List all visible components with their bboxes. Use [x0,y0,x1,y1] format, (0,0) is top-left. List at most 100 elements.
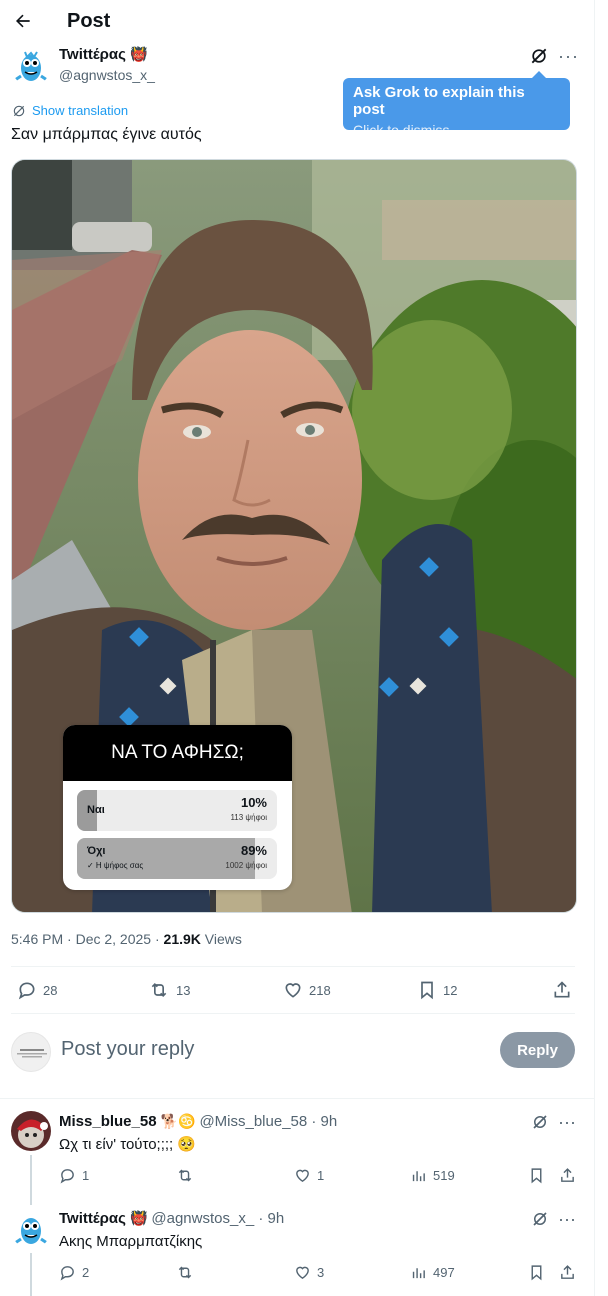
author-handle[interactable]: @agnwstos_x_ [59,67,155,83]
share-action[interactable] [552,980,572,1000]
reply-icon [60,1169,74,1184]
repost-action[interactable] [176,1167,200,1184]
reply-icon [60,1266,74,1281]
reply-text: Ακης Μπαρμπατζίκης [59,1233,203,1250]
show-translation-link[interactable]: Show translation [12,103,128,118]
poll-option-no-label: Όχι [87,845,106,857]
share-icon [561,1168,574,1182]
views-action[interactable]: 497 [410,1264,455,1281]
views-icon [412,1268,425,1279]
like-count: 1 [317,1168,325,1183]
reply-action[interactable]: 28 [17,980,57,1000]
poll-option-yes-percent: 10% [240,795,267,810]
reply-header: Twittέρας 👹 @agnwstos_x_ · 9h [59,1210,284,1227]
back-arrow-icon[interactable] [10,8,36,34]
reply-text: Ωχ τι είν' τούτο;;;; 🥺 [59,1136,197,1153]
reply-author-handle[interactable]: @agnwstos_x_ · 9h [151,1210,284,1227]
divider [11,966,575,967]
bookmark-action[interactable] [528,1167,545,1184]
user-avatar[interactable] [11,1032,51,1072]
poll-question: ΝΑ ΤΟ ΑΦΗΣΩ; [63,725,292,781]
views-count[interactable]: 21.9K [164,931,201,947]
reply-avatar[interactable] [11,1209,51,1249]
thread-line [30,1155,32,1205]
show-translation-label[interactable]: Show translation [32,103,128,118]
like-count: 218 [309,982,331,998]
post-meta: 5:46 PM · Dec 2, 2025 · 21.9K Views [11,931,242,947]
share-action[interactable] [559,1264,576,1281]
poll-option-yes-label: Ναι [87,804,105,816]
reply-count: 1 [82,1168,90,1183]
heart-icon [285,983,301,998]
reply-action[interactable]: 2 [59,1264,89,1281]
share-icon [561,1265,574,1279]
tooltip-subtitle: Click to dismiss [353,122,450,138]
translate-icon [13,105,25,116]
more-options-icon[interactable]: ··· [558,1209,576,1230]
bookmark-icon [531,1265,542,1281]
reply-author-emojis: 👹 [129,1210,148,1226]
reply-action[interactable]: 1 [59,1167,89,1184]
poll-option-no-percent: 89% [240,843,267,858]
reply-icon [18,982,35,1000]
page-title: Post [67,10,111,32]
poll-option-no: Όχι ✓ Η ψήφος σας 89% 1002 ψήφοι [77,838,277,879]
post-text: Σαν μπάρμπας έγινε αυτός [11,126,202,143]
reply-author-handle[interactable]: @Miss_blue_58 · 9h [199,1113,337,1130]
poll-option-no-note: ✓ Η ψήφος σας [87,861,144,870]
reply-button[interactable]: Reply [500,1032,575,1068]
reply-author-emojis: 🐕♋ [160,1113,196,1129]
poll-option-yes-votes: 113 ψήφοι [230,813,267,822]
post-timestamp[interactable]: 5:46 PM · Dec 2, 2025 · [11,931,164,947]
grok-icon[interactable] [531,1210,549,1228]
like-action[interactable]: 218 [283,980,331,1000]
views-icon [412,1171,425,1182]
grok-tooltip[interactable]: Ask Grok to explain this post Click to d… [343,71,570,138]
reply-header: Miss_blue_58 🐕♋ @Miss_blue_58 · 9h [59,1113,337,1130]
divider [11,1013,575,1014]
heart-icon [296,1266,309,1280]
views-action[interactable]: 519 [410,1167,455,1184]
reply-author-name[interactable]: Miss_blue_58 [59,1113,157,1130]
reply-count: 28 [43,982,58,998]
thread-line [30,1253,32,1296]
author-name[interactable]: Twittέρας [59,46,126,63]
post-media[interactable]: ΝΑ ΤΟ ΑΦΗΣΩ; Ναι 10% 113 ψήφοι Όχι ✓ Η ψ… [11,159,577,913]
like-count: 3 [317,1265,325,1280]
bookmark-action[interactable]: 12 [417,980,457,1000]
repost-icon [151,982,167,998]
tooltip-title: Ask Grok to explain this post [353,84,525,118]
more-options-icon[interactable]: ··· [558,1112,576,1133]
like-action[interactable]: 1 [294,1167,324,1184]
reply-avatar[interactable] [11,1111,51,1151]
author-emoji: 👹 [129,46,148,62]
share-action[interactable] [559,1167,576,1184]
bookmark-icon [421,981,433,1000]
more-options-icon[interactable]: ··· [558,46,579,67]
views-label: Views [200,931,242,947]
reply-author-name[interactable]: Twittέρας [59,1210,126,1227]
repost-icon [178,1266,192,1279]
like-action[interactable]: 3 [294,1264,324,1281]
author-avatar[interactable] [11,46,51,86]
repost-count: 13 [176,982,191,998]
reply-count: 2 [82,1265,90,1280]
poll-option-no-votes: 1002 ψήφοι [225,861,267,870]
heart-icon [296,1169,309,1183]
reply-input[interactable]: Post your reply [61,1038,194,1061]
bookmark-action[interactable] [528,1264,545,1281]
bookmark-count: 12 [443,982,458,998]
poll-option-yes: Ναι 10% 113 ψήφοι [77,790,277,831]
bookmark-icon [531,1168,542,1184]
share-icon [554,981,570,998]
grok-icon[interactable] [529,46,549,66]
divider [0,1098,594,1099]
repost-action[interactable]: 13 [148,980,190,1000]
column-border [594,0,595,1296]
top-bar: Post [0,0,594,44]
grok-icon[interactable] [531,1113,549,1131]
views-count: 497 [433,1265,455,1280]
author-name-row[interactable]: Twittέρας 👹 [59,46,147,63]
views-count: 519 [433,1168,455,1183]
repost-action[interactable] [176,1264,200,1281]
